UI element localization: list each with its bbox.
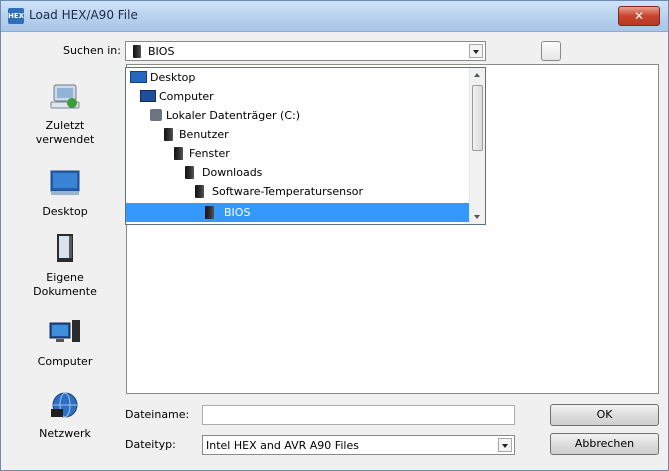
place-label: Netzwerk	[39, 427, 91, 440]
look-in-dropdown-list[interactable]: Desktop Computer Lokaler Datenträger (C:…	[125, 67, 486, 225]
dropdown-item-benutzer[interactable]: Benutzer	[126, 125, 470, 144]
desktop-icon	[130, 71, 147, 83]
chevron-down-icon[interactable]	[469, 44, 483, 58]
filetype-label: Dateityp:	[125, 438, 176, 451]
scroll-thumb[interactable]	[472, 85, 483, 151]
look-in-label: Suchen in:	[63, 44, 121, 57]
places-bar: Zuletzt verwendet Desktop Eigene Dokumen…	[9, 71, 121, 451]
view-menu-button[interactable]	[541, 41, 561, 61]
folder-icon	[133, 45, 141, 58]
dropdown-item-label: Benutzer	[179, 128, 229, 141]
dropdown-item-label: Downloads	[202, 166, 263, 179]
place-network[interactable]: Netzwerk	[9, 389, 121, 441]
dropdown-item-downloads[interactable]: Downloads	[126, 163, 470, 182]
place-label: Zuletzt verwendet	[35, 119, 95, 146]
look-in-dropdown[interactable]: BIOS	[125, 41, 486, 61]
place-label: Eigene Dokumente	[33, 271, 97, 298]
ok-button[interactable]: OK	[550, 404, 659, 426]
recent-places-icon	[48, 81, 82, 113]
filetype-value: Intel HEX and AVR A90 Files	[206, 439, 359, 452]
file-dialog: HEX Load HEX/A90 File ✕ Suchen in: BIOS …	[0, 0, 669, 471]
scroll-down-icon[interactable]	[470, 210, 485, 224]
dropdown-item-bios[interactable]: BIOS	[126, 203, 470, 222]
place-label: Desktop	[42, 205, 88, 218]
desktop-icon	[48, 167, 82, 199]
place-label: Computer	[37, 355, 93, 368]
dropdown-item-software-temperatursensor[interactable]: Software-Temperatursensor	[126, 182, 470, 201]
folder-icon	[195, 185, 204, 198]
dropdown-item-fenster[interactable]: Fenster	[126, 144, 470, 163]
dropdown-item-label: BIOS	[224, 206, 251, 219]
place-computer[interactable]: Computer	[9, 317, 121, 369]
dropdown-item-label: Software-Temperatursensor	[212, 185, 364, 198]
folder-icon	[205, 206, 214, 219]
computer-icon	[140, 90, 156, 102]
folder-icon	[164, 128, 173, 141]
place-desktop[interactable]: Desktop	[9, 167, 121, 219]
dropdown-item-desktop[interactable]: Desktop	[126, 68, 470, 87]
filename-label: Dateiname:	[125, 408, 190, 421]
documents-icon	[48, 233, 82, 265]
dropdown-scrollbar[interactable]	[469, 68, 485, 224]
app-icon: HEX	[8, 8, 24, 24]
filename-input[interactable]	[202, 405, 515, 425]
drive-icon	[150, 109, 162, 121]
scroll-up-icon[interactable]	[470, 68, 485, 82]
dropdown-item-label: Desktop	[150, 71, 196, 84]
place-recent[interactable]: Zuletzt verwendet	[9, 81, 121, 147]
filetype-select[interactable]: Intel HEX and AVR A90 Files	[202, 435, 515, 455]
dropdown-item-local-disk[interactable]: Lokaler Datenträger (C:)	[126, 106, 470, 125]
folder-icon	[174, 147, 183, 160]
dropdown-item-label: Computer	[159, 90, 214, 103]
dropdown-item-label: Lokaler Datenträger (C:)	[166, 109, 301, 122]
close-button[interactable]: ✕	[618, 6, 660, 26]
cancel-button[interactable]: Abbrechen	[550, 433, 659, 455]
computer-icon	[48, 317, 82, 349]
place-documents[interactable]: Eigene Dokumente	[9, 233, 121, 299]
dropdown-item-computer[interactable]: Computer	[126, 87, 470, 106]
look-in-value: BIOS	[148, 45, 175, 58]
network-icon	[48, 389, 82, 421]
dropdown-item-label: Fenster	[189, 147, 230, 160]
downloads-folder-icon	[185, 166, 194, 179]
chevron-down-icon[interactable]	[498, 438, 512, 452]
title-bar[interactable]: HEX Load HEX/A90 File ✕	[1, 1, 668, 32]
dialog-title: Load HEX/A90 File	[29, 8, 138, 22]
